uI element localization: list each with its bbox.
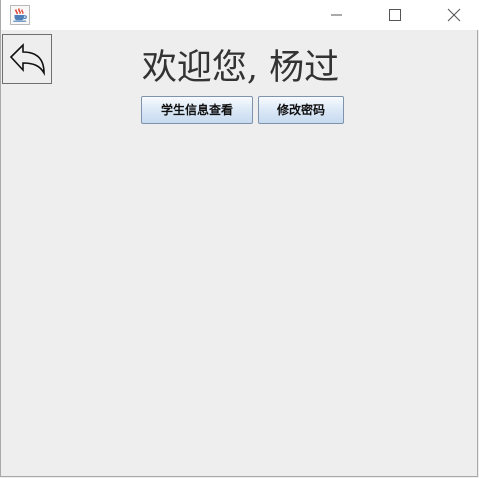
window-titlebar bbox=[1, 0, 479, 30]
maximize-icon bbox=[388, 8, 401, 21]
minimize-icon bbox=[331, 14, 342, 16]
student-info-view-button[interactable]: 学生信息查看 bbox=[141, 96, 253, 124]
welcome-title: 欢迎您, 杨过 bbox=[141, 48, 340, 88]
minimize-button[interactable] bbox=[314, 0, 360, 30]
close-button[interactable] bbox=[431, 0, 477, 30]
java-cup-icon bbox=[13, 8, 27, 22]
change-password-button[interactable]: 修改密码 bbox=[258, 96, 344, 124]
java-app-icon[interactable] bbox=[10, 5, 30, 25]
application-window: 欢迎您, 杨过 学生信息查看 修改密码 bbox=[0, 0, 479, 477]
maximize-button[interactable] bbox=[372, 0, 418, 30]
close-icon bbox=[447, 8, 461, 22]
